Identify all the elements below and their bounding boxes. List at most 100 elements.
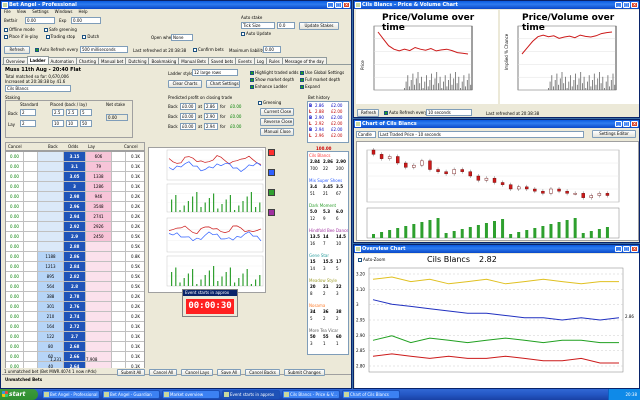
back-cell[interactable]: 164 <box>38 322 64 332</box>
back-cell[interactable] <box>38 182 64 192</box>
back-cancel-cell[interactable]: 0.00 <box>6 332 24 342</box>
cancel-lays-button[interactable]: Cancel Lays <box>181 369 214 376</box>
reverse-close-button[interactable]: Reverse Close <box>260 118 294 126</box>
candle-titlebar[interactable]: Chart of Cils Blancs _ □ × <box>354 120 639 128</box>
lay-cell[interactable]: 1338 <box>86 172 112 182</box>
lay-cell[interactable] <box>86 252 112 262</box>
back-cancel-cell[interactable]: 0.00 <box>6 172 24 182</box>
lay-cell[interactable]: 1286 <box>86 182 112 192</box>
placed-lay-3[interactable]: 50 <box>80 120 92 127</box>
tab-manual-bets[interactable]: Manual Bets <box>178 57 209 64</box>
clear-charts-button[interactable]: Clear Charts <box>168 80 202 88</box>
tab-bookmaking[interactable]: Bookmaking <box>148 57 180 64</box>
selection-item[interactable]: Gene Star 15 15.5 17 14 3 5 <box>308 253 348 277</box>
placed-back-3[interactable]: 5 <box>80 109 92 116</box>
lay-cell[interactable]: 2741 <box>86 212 112 222</box>
selection-item[interactable]: Dark Moment 5.0 5.3 6.0 12 9 6 <box>308 203 348 227</box>
submit-changes-button[interactable]: Submit Changes <box>283 369 325 376</box>
selection-item[interactable]: Nosama 34 36 38 5 2 2 <box>308 303 348 327</box>
option-checkbox[interactable] <box>4 35 8 39</box>
taskbar-item[interactable]: Market overview <box>162 390 220 399</box>
runner-select[interactable]: Cils Blancs <box>5 85 71 92</box>
taskbar-item[interactable]: Event starts in approx <box>222 390 280 399</box>
lay-cell[interactable]: 3548 <box>86 202 112 212</box>
stake-mode-select[interactable]: Tick Size <box>241 22 275 29</box>
back-cancel-cell[interactable]: 0.00 <box>6 202 24 212</box>
back-cell[interactable] <box>38 212 64 222</box>
candle-mode-select[interactable]: Candle <box>356 131 376 138</box>
menu-file[interactable]: File <box>4 9 11 15</box>
auto-refresh-select[interactable]: 500 milliseconds <box>80 46 128 53</box>
back-cancel-cell[interactable]: 0.00 <box>6 322 24 332</box>
candle-period-select[interactable]: Last Traded Price - 10 seconds <box>378 131 584 138</box>
option-checkbox[interactable] <box>250 71 254 75</box>
pv-refresh-button[interactable]: Refresh <box>357 109 379 117</box>
manual-close-button[interactable]: Manual Close <box>260 128 294 136</box>
back-cancel-cell[interactable]: 0.00 <box>6 242 24 252</box>
close-icon[interactable]: × <box>631 2 638 8</box>
minimize-icon[interactable]: _ <box>327 2 334 8</box>
back-cancel-cell[interactable]: 0.00 <box>6 312 24 322</box>
back-cell[interactable] <box>38 172 64 182</box>
tab-ladder[interactable]: Ladder <box>26 56 49 64</box>
selection-item[interactable]: Meadow Style 20 21 22 8 2 3 <box>308 278 348 302</box>
main-titlebar[interactable]: Bet Angel - Professional _ □ × <box>1 1 351 9</box>
back-cancel-cell[interactable]: 0.00 <box>6 302 24 312</box>
cancel-all-button[interactable]: Cancel All <box>149 369 178 376</box>
refresh-button[interactable]: Refresh <box>4 46 30 54</box>
back-cancel-cell[interactable]: 0.00 <box>6 222 24 232</box>
selection-item[interactable]: Mix Super Shoes 3.4 3.45 3.5 51 21 67 <box>308 178 348 202</box>
lay-cell[interactable] <box>86 312 112 322</box>
back-cancel-cell[interactable]: 0.00 <box>6 262 24 272</box>
tab-automation[interactable]: Automation <box>47 57 77 64</box>
back-cell[interactable]: 388 <box>38 292 64 302</box>
ladder-cancel-back[interactable]: Cancel <box>8 144 22 149</box>
back-cell[interactable]: 122 <box>38 332 64 342</box>
lay-cell[interactable] <box>86 302 112 312</box>
taskbar-item[interactable]: Cils Blancs - Price & V... <box>282 390 340 399</box>
pv-auto-refresh-checkbox[interactable] <box>384 111 388 115</box>
series-toggle-button[interactable] <box>268 149 275 156</box>
placed-back-1[interactable]: 2.5 <box>52 109 64 116</box>
option-checkbox[interactable] <box>300 71 304 75</box>
stake-value-input[interactable]: 0.0 <box>277 22 295 29</box>
tab-dutching[interactable]: Dutching <box>125 57 150 64</box>
back-cancel-cell[interactable]: 0.00 <box>6 252 24 262</box>
predicted-stake[interactable]: £0.00 <box>180 123 196 130</box>
back-cell[interactable] <box>38 242 64 252</box>
save-all-button[interactable]: Save All <box>217 369 242 376</box>
lay-cell[interactable]: 2926 <box>86 222 112 232</box>
pv-auto-refresh-select[interactable]: 10 seconds <box>426 109 472 116</box>
pv-titlebar[interactable]: Cils Blancs - Price & Volume Chart _ □ × <box>354 1 639 9</box>
lay-cell[interactable]: 606 <box>86 152 112 162</box>
series-toggle-button[interactable] <box>268 189 275 196</box>
tab-overview[interactable]: Overview <box>3 57 28 64</box>
selection-item[interactable]: Cils Blancs 2.84 2.86 2.90 700 22 200 <box>308 153 348 177</box>
taskbar-item[interactable]: Bet Angel - Guardian <box>102 390 160 399</box>
auto-zoom-checkbox[interactable] <box>358 258 362 262</box>
close-icon[interactable]: × <box>343 2 350 8</box>
ladder-cancel-lay[interactable]: Cancel <box>124 144 138 149</box>
back-cell[interactable]: 1188 <box>38 252 64 262</box>
confirm-bets-checkbox[interactable] <box>193 48 197 52</box>
max-liability-input[interactable]: 0.00 <box>263 46 281 53</box>
lay-cell[interactable] <box>86 242 112 252</box>
lay-cell[interactable] <box>86 282 112 292</box>
back-cancel-cell[interactable]: 0.00 <box>6 212 24 222</box>
maximize-icon[interactable]: □ <box>623 246 630 252</box>
menu-settings[interactable]: Settings <box>32 9 48 15</box>
option-checkbox[interactable] <box>4 28 8 32</box>
lay-cell[interactable] <box>86 262 112 272</box>
option-checkbox[interactable] <box>300 85 304 89</box>
back-cell[interactable] <box>38 162 64 172</box>
option-checkbox[interactable] <box>300 78 304 82</box>
tab-rules[interactable]: Rules <box>265 57 283 64</box>
series-toggle-button[interactable] <box>268 209 275 216</box>
standard-lay-stake[interactable]: 2 <box>20 120 36 127</box>
lay-cell[interactable] <box>86 272 112 282</box>
back-cancel-cell[interactable]: 0.00 <box>6 342 24 352</box>
close-icon[interactable]: × <box>631 246 638 252</box>
selection-item[interactable]: More Tea Vicar 50 55 60 3 1 1 <box>308 328 348 352</box>
placed-lay-1[interactable]: 10 <box>52 120 64 127</box>
tab-charting[interactable]: Charting <box>75 57 99 64</box>
